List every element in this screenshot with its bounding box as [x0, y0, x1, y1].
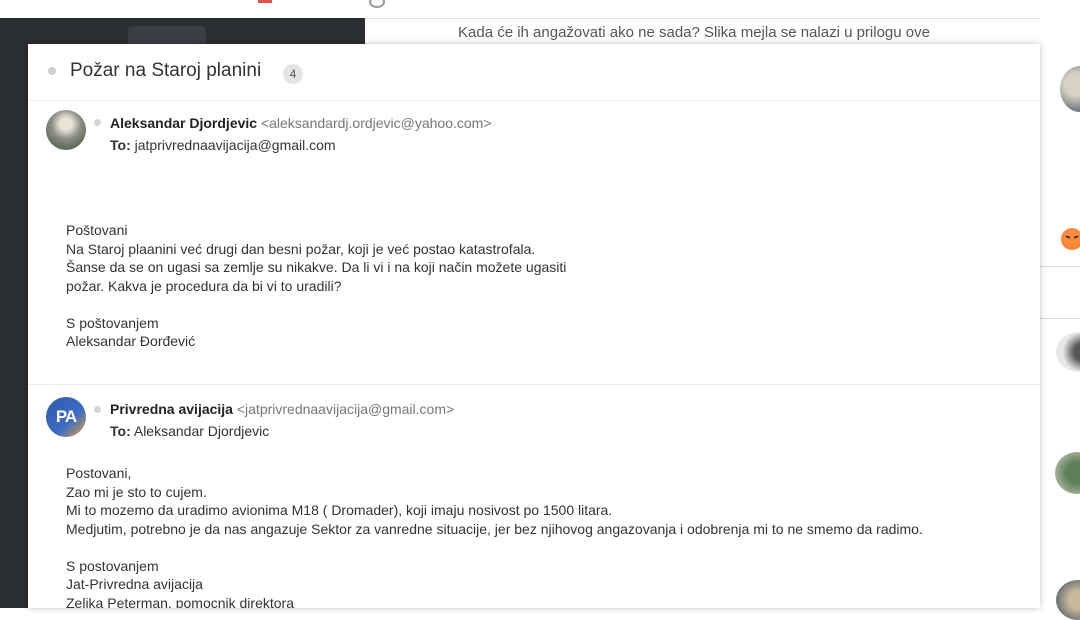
body-line: Aleksandar Đorđević [66, 333, 196, 349]
background-left-panel [0, 18, 28, 608]
sender-avatar[interactable] [46, 110, 86, 150]
sender-avatar[interactable]: PA [46, 397, 86, 437]
recipient-address: jatprivrednaavijacija@gmail.com [134, 137, 336, 153]
message-body: Poštovani Na Staroj plaanini već drugi d… [66, 221, 566, 351]
body-line: Zao mi je sto to cujem. [66, 483, 207, 500]
message-count-badge: 4 [283, 64, 303, 84]
background-post-text: Kada će ih angažovati ako ne sada? Slika… [458, 24, 930, 41]
body-line: S poštovanjem [66, 314, 159, 331]
thread-bullet-icon [48, 67, 56, 75]
background-red-mark [258, 0, 272, 3]
recipient-line: To: Aleksandar Djordjevic [110, 423, 269, 439]
body-line: Mi to mozemo da uradimo avionima M18 ( D… [66, 502, 613, 518]
sender-email: <aleksandardj.ordjevic@yahoo.com> [260, 115, 492, 131]
recipient-line: To: jatprivrednaavijacija@gmail.com [110, 137, 336, 153]
body-line: Zeljka Peterman, pomocnik direktora [66, 594, 294, 609]
body-line: Postovani, [66, 465, 132, 481]
body-line [66, 538, 923, 557]
read-status-icon [94, 119, 101, 126]
to-label: To: [110, 137, 131, 153]
body-line: Medjutim, potrebno je da nas angazuje Se… [66, 520, 923, 537]
body-line: Šanse da se on ugasi sa zemlje su nikakv… [66, 259, 567, 275]
email-message[interactable]: Aleksandar Djordjevic <aleksandardj.ordj… [28, 101, 1040, 385]
body-line: požar. Kakva je procedura da bi vi to ur… [66, 277, 342, 294]
sender-line: Privredna avijacija <jatprivrednaavijaci… [110, 401, 454, 417]
recipient-name: Aleksandar Djordjevic [133, 423, 270, 439]
background-top-strip [0, 0, 1080, 19]
to-label: To: [110, 423, 131, 439]
email-message[interactable]: PA Privredna avijacija <jatprivrednaavij… [28, 385, 1040, 608]
thread-subject: Požar na Staroj planini [70, 60, 262, 81]
body-line: Na Staroj plaanini već drugi dan besni p… [66, 240, 536, 257]
sender-email: <jatprivrednaavijacija@gmail.com> [236, 401, 455, 417]
body-line: Jat-Privredna avijacija [66, 576, 203, 592]
message-body: Postovani, Zao mi je sto to cujem. Mi to… [66, 464, 923, 608]
thread-header: Požar na Staroj planini 4 [28, 44, 1040, 101]
sender-name[interactable]: Privredna avijacija [110, 401, 233, 417]
divider [1040, 318, 1080, 319]
body-line [66, 295, 566, 314]
sender-line: Aleksandar Djordjevic <aleksandardj.ordj… [110, 115, 492, 131]
read-status-icon [94, 406, 101, 413]
email-thread-window: Požar na Staroj planini 4 Aleksandar Djo… [28, 44, 1040, 608]
sender-name[interactable]: Aleksandar Djordjevic [110, 115, 257, 131]
body-line: Poštovani [66, 222, 128, 238]
divider [1040, 266, 1080, 267]
body-line: S postovanjem [66, 557, 159, 574]
angry-reaction-icon [1061, 228, 1080, 250]
background-icon [369, 0, 385, 8]
